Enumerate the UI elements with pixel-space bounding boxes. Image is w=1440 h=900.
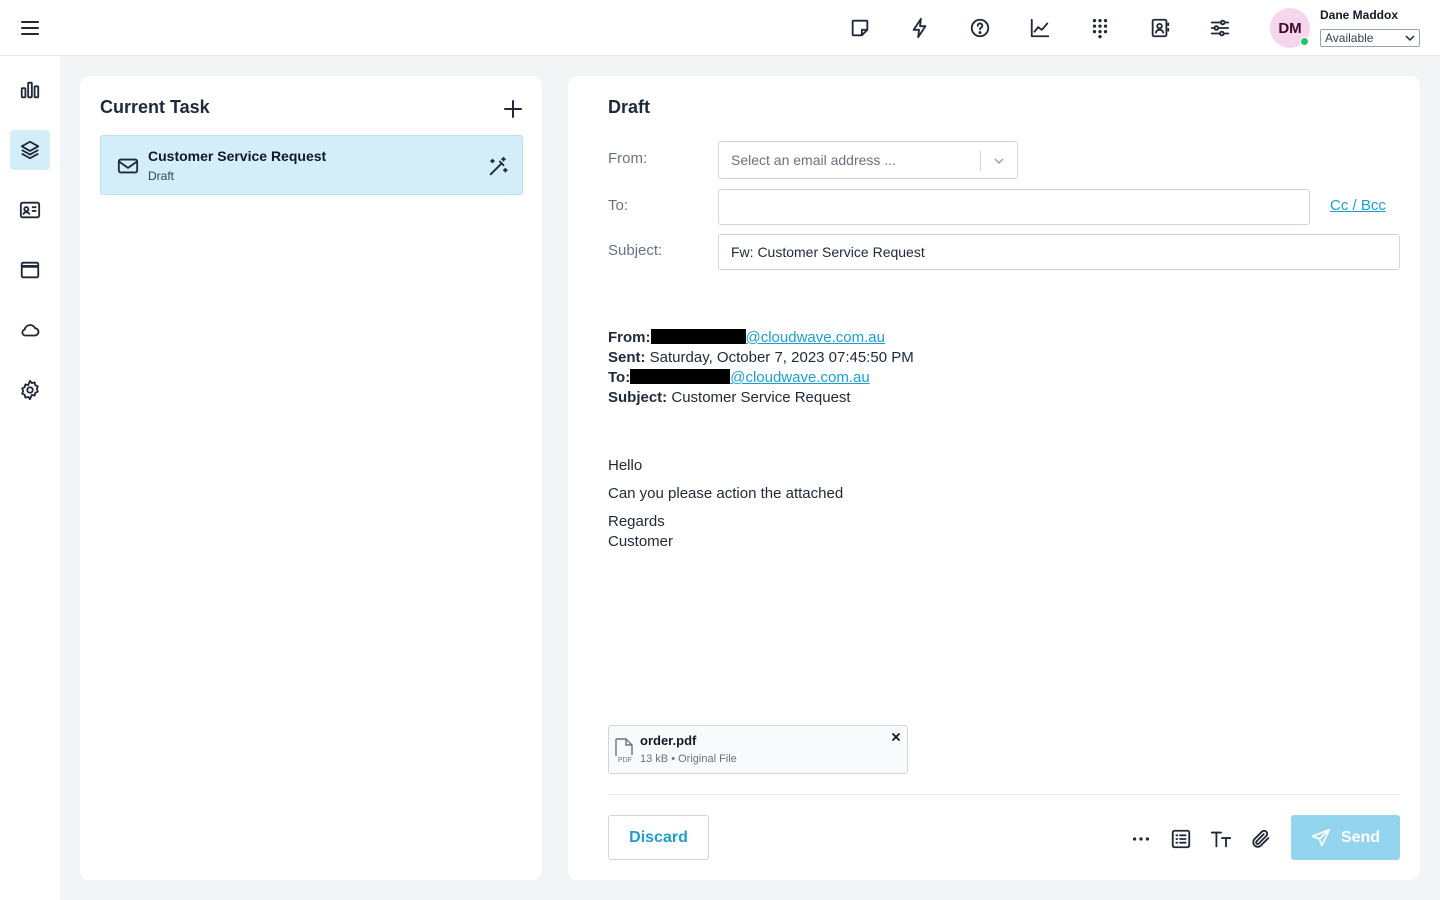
body-greeting: Hello	[608, 457, 643, 474]
redacted-block	[630, 369, 731, 384]
status-select[interactable]: Available	[1320, 29, 1420, 47]
quoted-sent-line: Sent: Saturday, October 7, 2023 07:45:50…	[608, 349, 914, 366]
quoted-subject-value: Customer Service Request	[671, 389, 851, 406]
sliders-icon[interactable]	[1200, 8, 1240, 48]
chart-line-icon[interactable]	[1020, 8, 1060, 48]
quoted-to-label: To:	[608, 369, 631, 386]
envelope-icon	[117, 158, 139, 174]
attachment-meta: 13 kB • Original File	[640, 753, 737, 765]
window-icon	[20, 261, 40, 279]
list-document-icon	[1171, 829, 1191, 849]
current-task-panel: Current Task Customer Service Request Dr…	[80, 76, 542, 880]
attachment-size: 13 kB	[640, 753, 669, 765]
text-format-button[interactable]	[1208, 826, 1234, 852]
layers-icon	[20, 140, 40, 160]
to-label: To:	[608, 197, 629, 214]
nav-settings[interactable]	[10, 370, 50, 410]
send-icon	[1311, 828, 1331, 846]
from-select[interactable]: Select an email address ...	[718, 141, 1018, 179]
nav-reports[interactable]	[10, 70, 50, 110]
quoted-sent-value: Saturday, October 7, 2023 07:45:50 PM	[649, 349, 914, 366]
more-options-button[interactable]	[1128, 826, 1154, 852]
nav-window[interactable]	[10, 250, 50, 290]
template-button[interactable]	[1168, 826, 1194, 852]
quoted-to-email[interactable]: @cloudwave.com.au	[730, 369, 869, 386]
quoted-from-label: From:	[608, 329, 651, 346]
redacted-block	[650, 329, 746, 344]
footer-divider	[608, 794, 1400, 795]
nav-cloud[interactable]	[10, 310, 50, 350]
text-size-icon	[1210, 831, 1232, 848]
draft-title: Draft	[608, 97, 651, 117]
quoted-subject-label: Subject:	[608, 389, 668, 406]
top-toolbar	[840, 8, 1260, 48]
nav-contacts[interactable]	[10, 190, 50, 230]
more-horizontal-icon	[1132, 837, 1150, 841]
bolt-icon[interactable]	[900, 8, 940, 48]
quoted-subject-line: Subject: Customer Service Request	[608, 389, 851, 406]
avatar[interactable]: DM	[1270, 8, 1310, 48]
body-line: Can you please action the attached	[608, 485, 844, 502]
attachment-type: Original File	[678, 753, 737, 765]
paperclip-icon	[1252, 829, 1270, 848]
gear-icon	[21, 379, 39, 401]
nav-rail	[0, 56, 60, 900]
body-signature: Customer	[608, 533, 674, 550]
note-icon[interactable]	[840, 8, 880, 48]
cc-bcc-link[interactable]: Cc / Bcc	[1330, 197, 1386, 214]
from-placeholder: Select an email address ...	[731, 152, 896, 168]
user-name: Dane Maddox	[1320, 8, 1399, 22]
top-bar: DM Dane Maddox Available	[0, 0, 1440, 56]
quoted-to-line: To: @cloudwave.com.au	[608, 369, 870, 386]
add-icon[interactable]	[502, 98, 524, 120]
attachment-card[interactable]: PDF order.pdf 13 kB • Original File	[608, 725, 908, 774]
to-input[interactable]	[718, 189, 1310, 225]
discard-button[interactable]: Discard	[608, 815, 709, 860]
from-label: From:	[608, 150, 648, 167]
subject-input[interactable]: Fw: Customer Service Request	[718, 234, 1400, 270]
close-icon[interactable]	[889, 730, 903, 744]
pdf-file-icon: PDF	[615, 738, 633, 764]
body-closing: Regards	[608, 513, 665, 530]
help-icon[interactable]	[960, 8, 1000, 48]
chevron-down-icon	[1405, 35, 1415, 42]
task-title: Customer Service Request	[148, 148, 327, 164]
current-task-title: Current Task	[100, 97, 210, 117]
quoted-from-email[interactable]: @cloudwave.com.au	[746, 329, 885, 346]
pdf-badge: PDF	[618, 757, 632, 764]
chevron-down-icon	[994, 158, 1004, 165]
subject-label: Subject:	[608, 242, 663, 259]
avatar-initials: DM	[1278, 19, 1302, 37]
quoted-from-line: From: @cloudwave.com.au	[608, 329, 885, 346]
task-card[interactable]: Customer Service Request Draft	[100, 135, 523, 195]
draft-panel: Draft From: Select an email address ... …	[568, 76, 1420, 880]
attach-button[interactable]	[1248, 826, 1274, 852]
task-status: Draft	[148, 169, 175, 183]
cloud-icon	[21, 324, 40, 337]
select-separator	[980, 151, 981, 171]
contact-book-icon[interactable]	[1140, 8, 1180, 48]
bar-chart-icon	[20, 81, 40, 99]
nav-tasks[interactable]	[10, 130, 50, 170]
dialpad-icon[interactable]	[1080, 8, 1120, 48]
status-dot-icon	[1300, 37, 1309, 46]
attachment-name: order.pdf	[640, 733, 697, 748]
send-label: Send	[1340, 828, 1381, 846]
send-button[interactable]: Send	[1291, 815, 1400, 860]
id-card-icon	[19, 201, 41, 219]
menu-icon[interactable]	[20, 18, 40, 38]
quoted-sent-label: Sent:	[608, 349, 646, 366]
status-value: Available	[1325, 31, 1374, 45]
magic-wand-icon[interactable]	[487, 156, 509, 178]
